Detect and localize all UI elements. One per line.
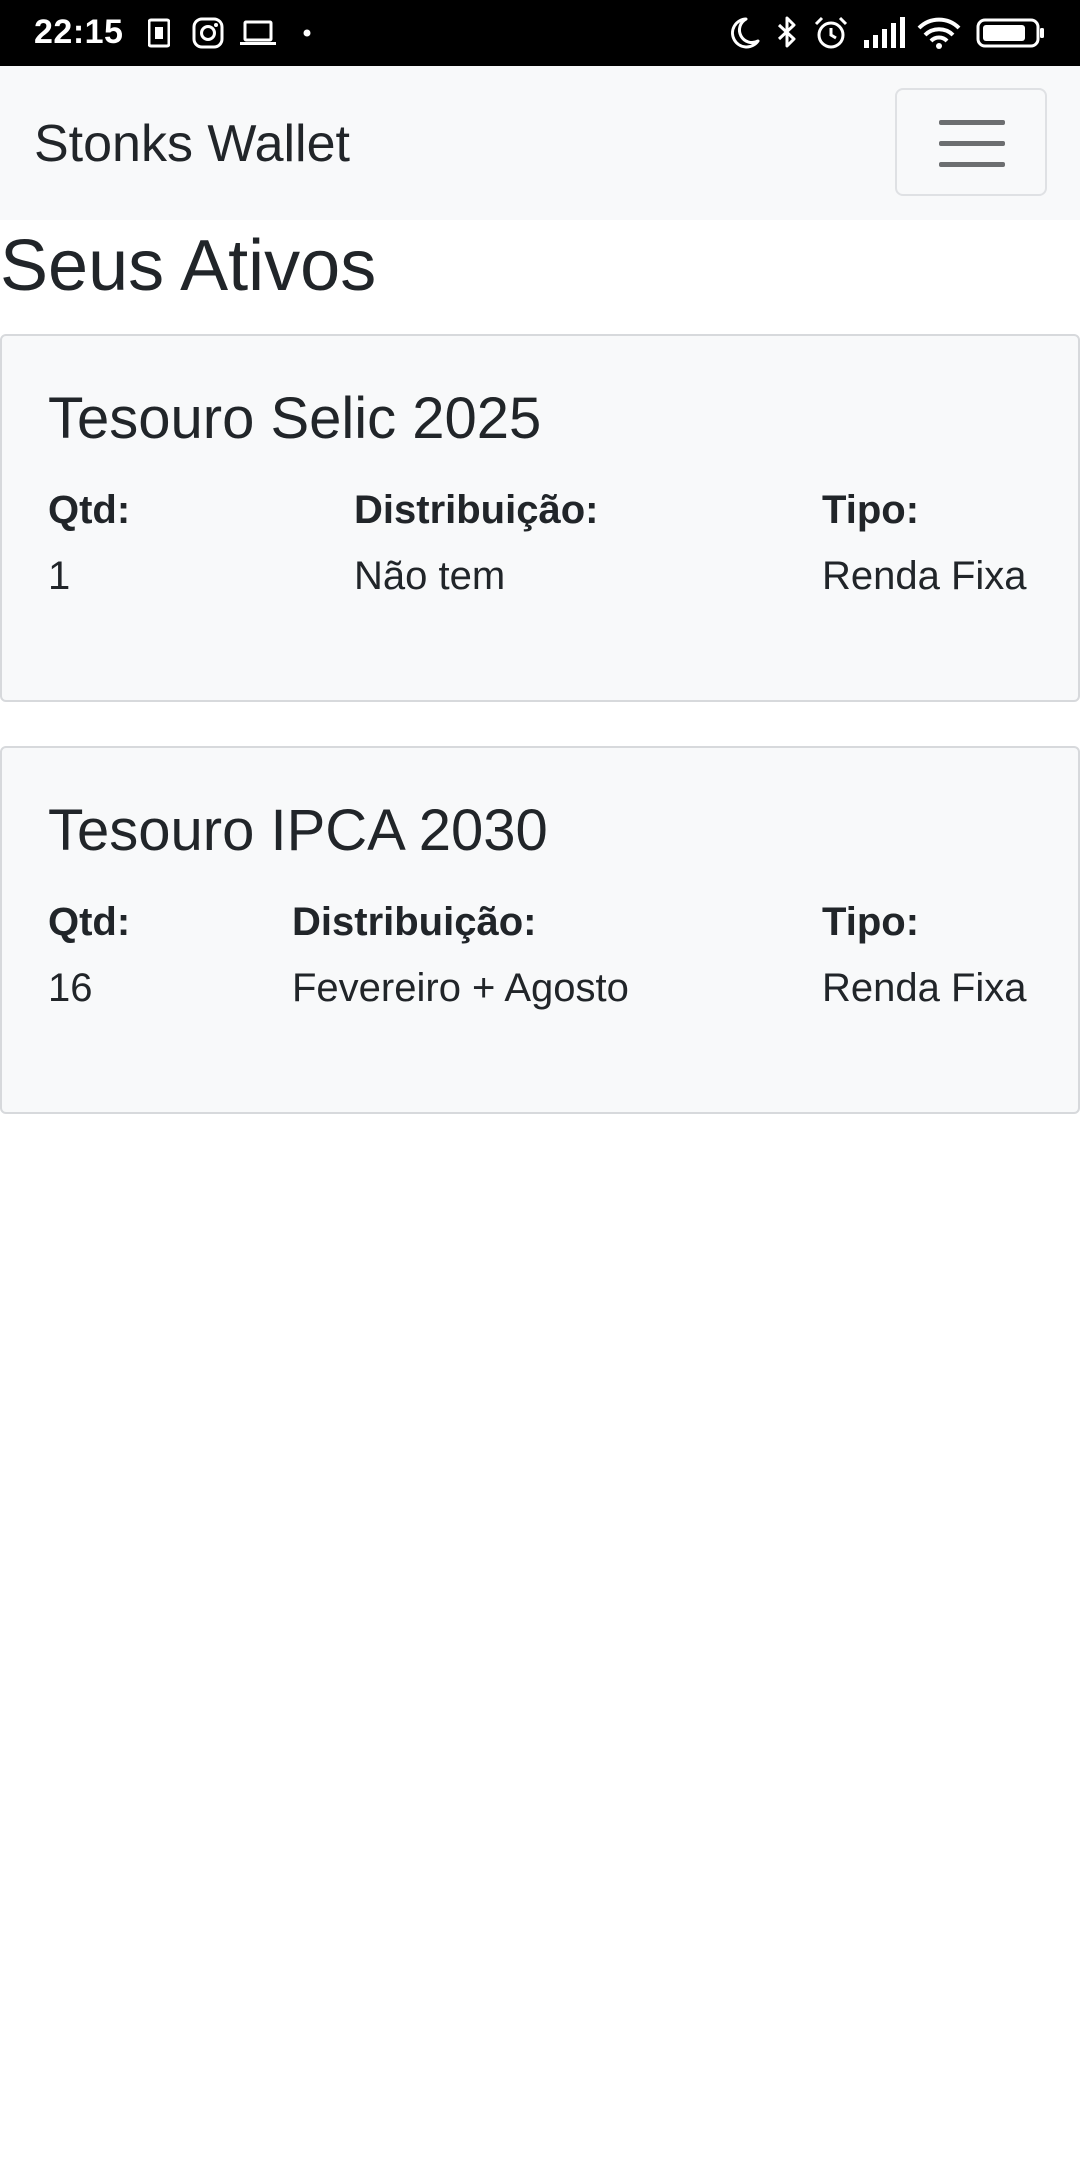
- qty-label: Qtd:: [48, 900, 131, 944]
- menu-bar-line: [939, 162, 1005, 167]
- type-label: Tipo:: [822, 488, 920, 532]
- distribution-label: Distribuição:: [354, 488, 599, 532]
- asset-name: Tesouro IPCA 2030: [48, 798, 548, 863]
- qty-value: 16: [48, 966, 93, 1010]
- menu-bar-line: [939, 141, 1005, 146]
- type-value: Renda Fixa: [822, 966, 1027, 1010]
- sim-card-icon: [148, 18, 170, 48]
- distribution-label: Distribuição:: [292, 900, 537, 944]
- distribution-value: Não tem: [354, 554, 506, 598]
- qty-label: Qtd:: [48, 488, 131, 532]
- menu-toggle-button[interactable]: [895, 88, 1047, 196]
- navbar-brand[interactable]: Stonks Wallet: [34, 114, 350, 174]
- laptop-icon: [240, 20, 276, 45]
- distribution-value: Fevereiro + Agosto: [292, 966, 629, 1010]
- battery-icon: [976, 18, 1044, 48]
- moon-icon: [731, 17, 760, 49]
- alarm-icon: [814, 16, 848, 49]
- asset-name: Tesouro Selic 2025: [48, 386, 542, 451]
- menu-bar-line: [939, 120, 1005, 125]
- navbar: Stonks Wallet: [0, 66, 1080, 220]
- asset-card: Tesouro Selic 2025 Qtd: 1 Distribuição: …: [0, 334, 1080, 702]
- bluetooth-icon: [777, 16, 796, 48]
- asset-card: Tesouro IPCA 2030 Qtd: 16 Distribuição: …: [0, 746, 1080, 1114]
- type-label: Tipo:: [822, 900, 920, 944]
- status-bar: 22:15: [0, 0, 1080, 66]
- dot-icon: [303, 29, 311, 37]
- status-time: 22:15: [34, 13, 124, 51]
- type-value: Renda Fixa: [822, 554, 1027, 598]
- qty-value: 1: [48, 554, 71, 598]
- wifi-icon: [917, 17, 961, 49]
- signal-icon: [864, 17, 905, 48]
- instagram-icon: [192, 17, 224, 49]
- page-title: Seus Ativos: [0, 226, 377, 306]
